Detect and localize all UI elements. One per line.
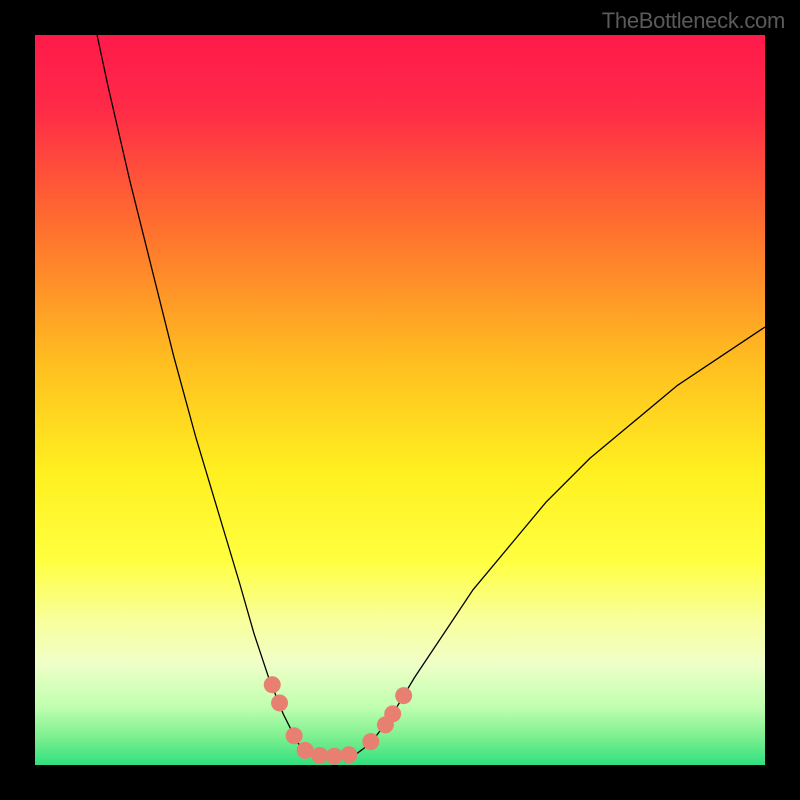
watermark-text: TheBottleneck.com (602, 8, 785, 34)
data-marker (297, 742, 314, 759)
data-marker (384, 705, 401, 722)
plot-area (35, 35, 765, 765)
data-marker (286, 727, 303, 744)
data-marker (340, 746, 357, 763)
data-marker (362, 733, 379, 750)
data-marker (311, 747, 328, 764)
data-marker (264, 676, 281, 693)
data-marker (271, 694, 288, 711)
data-marker (395, 687, 412, 704)
data-marker (326, 748, 343, 765)
chart-root: TheBottleneck.com (0, 0, 800, 800)
gradient-bg (35, 35, 765, 765)
chart-svg (35, 35, 765, 765)
